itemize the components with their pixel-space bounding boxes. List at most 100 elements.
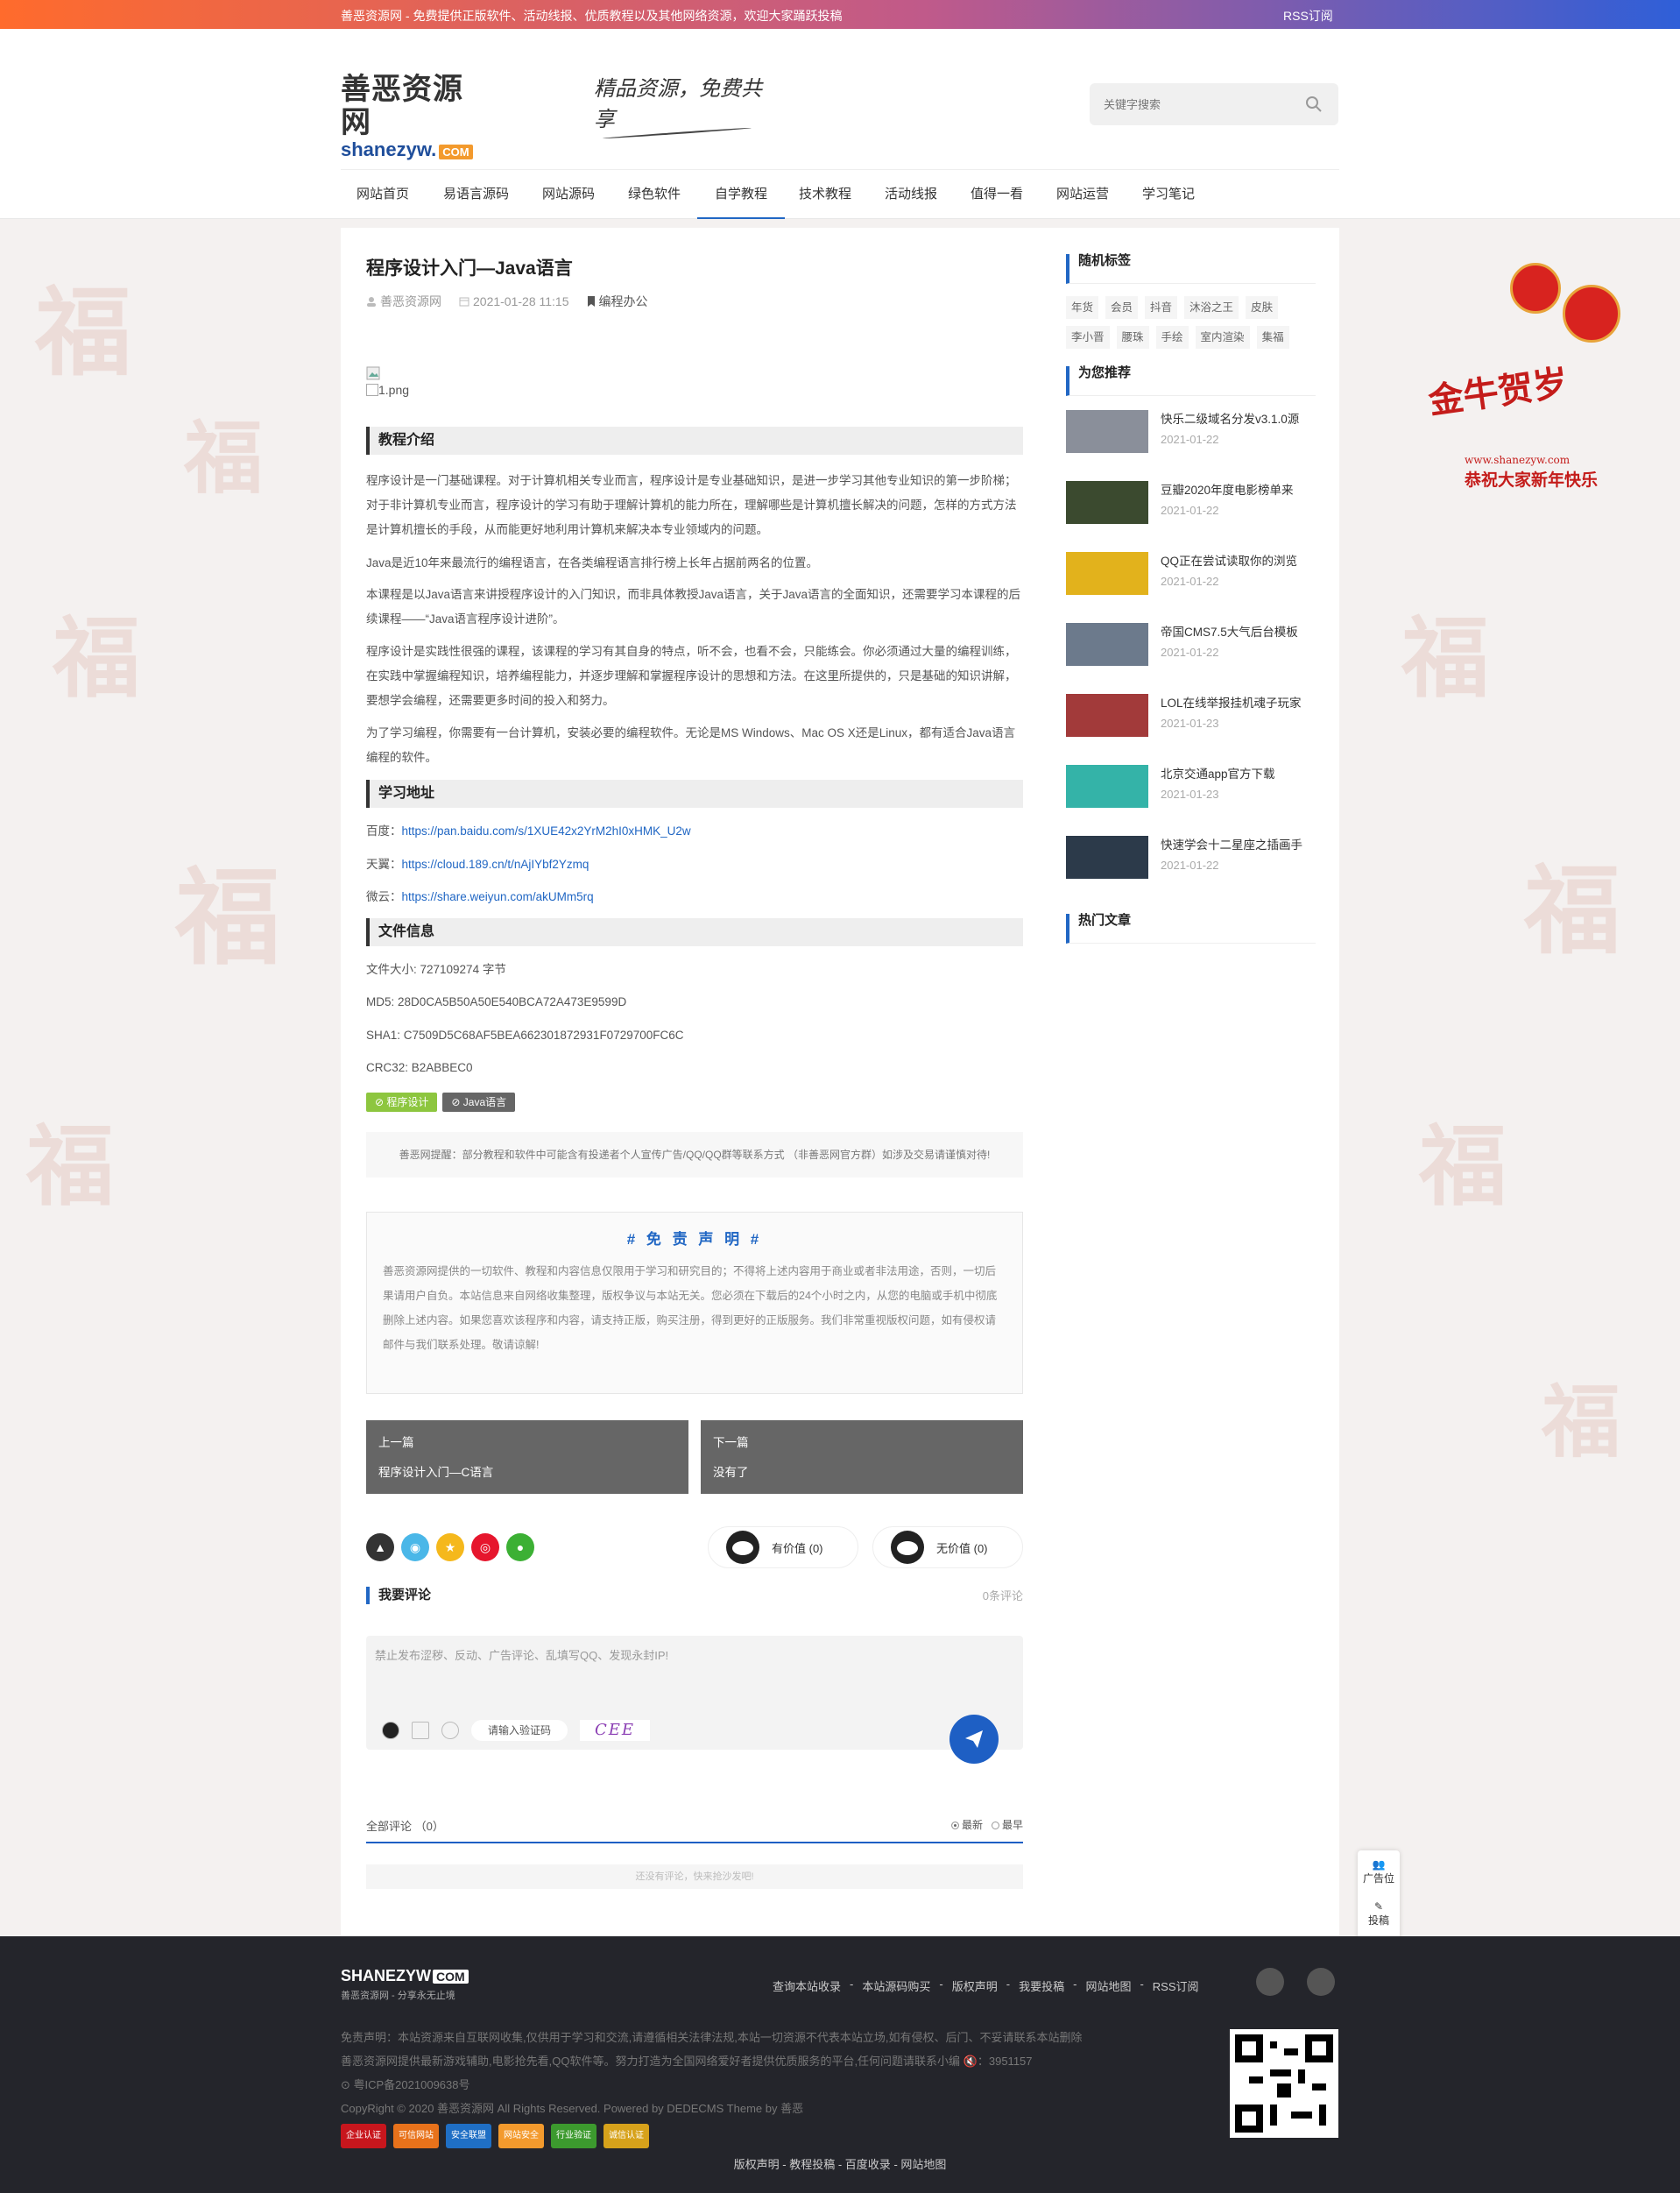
search-input[interactable] <box>1104 94 1296 115</box>
article-category[interactable]: 编程办公 <box>587 293 648 310</box>
list-item[interactable]: 快乐二级域名分发v3.1.0源 2021-01-22 <box>1066 410 1316 481</box>
nav-notes[interactable]: 学习笔记 <box>1142 170 1195 219</box>
fu-character: 福 <box>1419 1114 1507 1218</box>
tag-cloud: 年货 会员 抖音 沐浴之王 皮肤 李小晋 腰珠 手绘 室内渲染 集福 <box>1066 296 1316 349</box>
nav-green-software[interactable]: 绿色软件 <box>628 170 681 219</box>
nav-eyuyan[interactable]: 易语言源码 <box>443 170 509 219</box>
sort-newest[interactable]: 最新 <box>950 1817 983 1832</box>
nav-web-source[interactable]: 网站源码 <box>542 170 595 219</box>
footer-link[interactable]: RSS订阅 <box>1153 1977 1199 1994</box>
article-image: 1.png <box>366 366 409 397</box>
tag-item[interactable]: 沐浴之王 <box>1184 296 1239 319</box>
comment-title: 我要评论 <box>366 1587 1023 1604</box>
fu-character: 福 <box>1524 854 1620 967</box>
badge[interactable]: 安全联盟 <box>446 2124 491 2148</box>
emoji-icon[interactable] <box>441 1722 459 1739</box>
captcha-input[interactable]: 请输入验证码 <box>471 1720 568 1741</box>
footer-link[interactable]: 我要投稿 <box>1019 1977 1064 1994</box>
sort-oldest[interactable]: 最早 <box>991 1817 1023 1832</box>
nav-operation[interactable]: 网站运营 <box>1056 170 1109 219</box>
footer-link[interactable]: 网站地图 <box>900 2158 946 2171</box>
share-qq-icon[interactable]: ◉ <box>401 1533 429 1561</box>
random-tags-title: 随机标签 <box>1066 254 1316 284</box>
footer-link[interactable]: 本站源码购买 <box>862 1977 930 1994</box>
rss-link[interactable]: RSS订阅 <box>1283 7 1333 25</box>
disclaimer-text: 善恶资源网提供的一切软件、教程和内容信息仅限用于学习和研究目的；不得将上述内容用… <box>383 1265 998 1351</box>
paragraph: Java是近10年来最流行的编程语言，在各类编程语言排行榜上长年占据前两名的位置… <box>366 556 819 569</box>
badge[interactable]: 可信网站 <box>393 2124 439 2148</box>
fu-character: 福 <box>35 276 131 389</box>
list-item[interactable]: LOL在线举报挂机魂子玩家 2021-01-23 <box>1066 694 1316 765</box>
file-size: 文件大小: 727109274 字节 <box>366 963 506 976</box>
avatar[interactable] <box>382 1722 399 1739</box>
tag-link[interactable]: ⊘ Java语言 <box>442 1093 516 1112</box>
prev-article[interactable]: 上一篇 程序设计入门—C语言 <box>366 1420 688 1494</box>
qq-icon[interactable] <box>1256 1968 1284 1996</box>
tag-item[interactable]: 皮肤 <box>1246 296 1279 319</box>
deco-title: 金牛贺岁 <box>1425 362 1571 422</box>
tag-link[interactable]: ⊘ 程序设计 <box>366 1093 438 1112</box>
tag-item[interactable]: 会员 <box>1105 296 1139 319</box>
list-item[interactable]: 帝国CMS7.5大气后台模板 2021-01-22 <box>1066 623 1316 694</box>
submit-comment-button[interactable] <box>949 1715 999 1764</box>
qr-code <box>1230 2029 1338 2138</box>
footer-link[interactable]: 版权声明 <box>952 1977 998 1994</box>
footer-link[interactable]: 查询本站收录 <box>773 1977 841 1994</box>
nav-tech[interactable]: 技术教程 <box>799 170 851 219</box>
captcha-image[interactable]: CEE <box>580 1720 650 1741</box>
site-logo[interactable]: 善恶资源网 shanezyw. COM <box>341 73 490 160</box>
footer-contact-icons <box>1256 1968 1335 1996</box>
footer-link[interactable]: 百度收录 <box>845 2158 891 2171</box>
thumbnail <box>1066 765 1148 808</box>
nav-home[interactable]: 网站首页 <box>356 170 409 219</box>
vote-down-button[interactable]: 无价值 (0) <box>872 1526 1023 1568</box>
section-heading-fileinfo: 文件信息 <box>366 918 1023 946</box>
badge[interactable]: 行业验证 <box>551 2124 596 2148</box>
site-notice: 善恶资源网 - 免费提供正版软件、活动线报、优质教程以及其他网络资源，欢迎大家踊… <box>341 9 843 23</box>
sidebar: 随机标签 年货 会员 抖音 沐浴之王 皮肤 李小晋 腰珠 手绘 室内渲染 集福 … <box>1066 254 1316 944</box>
submit-post-button[interactable]: ✎ 投稿 <box>1358 1892 1400 1935</box>
thumbnail <box>1066 836 1148 879</box>
share-qzone-icon[interactable]: ★ <box>436 1533 464 1561</box>
badge[interactable]: 诚信认证 <box>604 2124 649 2148</box>
nav-activities[interactable]: 活动线报 <box>885 170 937 219</box>
fu-character: 福 <box>53 606 140 710</box>
nav-self-study[interactable]: 自学教程 <box>697 170 785 219</box>
search-icon[interactable] <box>1305 96 1323 113</box>
comment-textarea[interactable]: 禁止发布涩秽、反动、广告评论、乱填写QQ、发现永封IP! <box>375 1646 668 1663</box>
share-poster-icon[interactable]: ▲ <box>366 1533 394 1561</box>
tag-item[interactable]: 集福 <box>1256 326 1289 349</box>
paragraph: 程序设计是实践性很强的课程，该课程的学习有其自身的特点，听不会，也看不会，只能练… <box>366 645 1017 707</box>
tag-item[interactable]: 腰珠 <box>1116 326 1149 349</box>
tag-item[interactable]: 抖音 <box>1145 296 1178 319</box>
share-buttons: ▲ ◉ ★ ◎ ● <box>366 1533 534 1561</box>
list-item[interactable]: QQ正在尝试读取你的浏览 2021-01-22 <box>1066 552 1316 623</box>
download-link-weiyun: 微云：https://share.weiyun.com/akUMm5rq <box>366 890 594 903</box>
share-wechat-icon[interactable]: ● <box>506 1533 534 1561</box>
mail-icon[interactable] <box>1307 1968 1335 1996</box>
footer-link[interactable]: 网站地图 <box>1085 1977 1131 1994</box>
list-item[interactable]: 快速学会十二星座之插画手 2021-01-22 <box>1066 836 1316 907</box>
article-title: 程序设计入门—Java语言 <box>366 258 573 279</box>
list-item[interactable]: 豆瓣2020年度电影榜单来 2021-01-22 <box>1066 481 1316 552</box>
footer-link[interactable]: 教程投稿 <box>789 2158 835 2171</box>
tag-item[interactable]: 李小晋 <box>1066 326 1110 349</box>
tag-item[interactable]: 手绘 <box>1155 326 1189 349</box>
vote-up-button[interactable]: 有价值 (0) <box>708 1526 858 1568</box>
comment-list-header: 全部评论 （0） 最新 最早 <box>366 1817 1023 1843</box>
next-article[interactable]: 下一篇 没有了 <box>701 1420 1023 1494</box>
ad-slot-button[interactable]: 👥 广告位 <box>1358 1850 1400 1892</box>
badge[interactable]: 企业认证 <box>341 2124 386 2148</box>
download-link-baidu: 百度：https://pan.baidu.com/s/1XUE42x2YrM2h… <box>366 824 691 838</box>
tag-item[interactable]: 室内渲染 <box>1195 326 1250 349</box>
panda-face-icon <box>726 1531 759 1564</box>
nav-worth-seeing[interactable]: 值得一看 <box>971 170 1023 219</box>
list-item[interactable]: 北京交通app官方下载 2021-01-23 <box>1066 765 1316 836</box>
top-bar: 善恶资源网 - 免费提供正版软件、活动线报、优质教程以及其他网络资源，欢迎大家踊… <box>0 0 1680 29</box>
image-icon[interactable] <box>412 1722 429 1739</box>
tag-item[interactable]: 年货 <box>1066 296 1099 319</box>
share-weibo-icon[interactable]: ◎ <box>471 1533 499 1561</box>
badge[interactable]: 网站安全 <box>498 2124 544 2148</box>
footer-link[interactable]: 版权声明 <box>734 2158 780 2171</box>
icp-number[interactable]: ⊙ 粤ICP备2021009638号 <box>341 2076 470 2092</box>
